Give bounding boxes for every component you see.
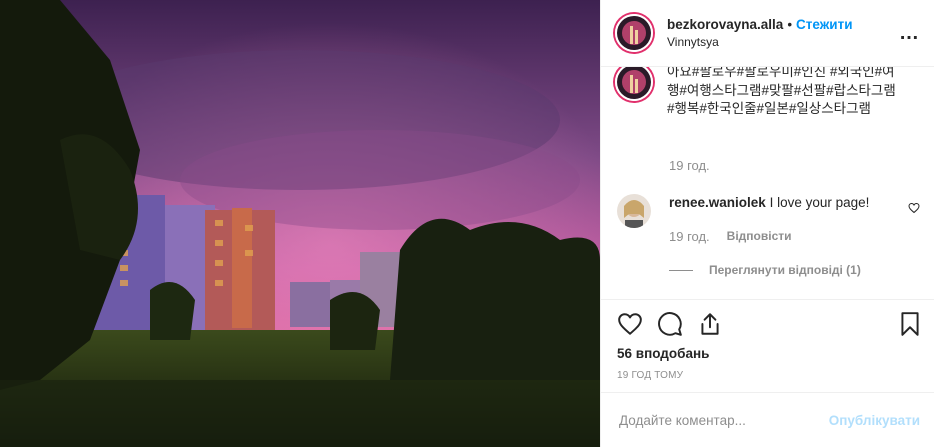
post-viewer: bezkorovayna.alla • Стежити Vinnytsya … 아요… (0, 0, 934, 447)
small-heart-icon[interactable] (908, 202, 920, 214)
comment-body: renee.waniolek I love your page! (669, 194, 920, 228)
comment-item: renee.waniolek I love your page! (615, 194, 920, 228)
heart-icon[interactable] (617, 311, 643, 337)
action-bar (601, 299, 934, 347)
replies-line (669, 269, 693, 271)
author-info: bezkorovayna.alla • Стежити Vinnytsya (667, 17, 899, 49)
reply-button[interactable]: Відповісти (727, 229, 792, 244)
author-username[interactable]: bezkorovayna.alla (667, 17, 783, 32)
comment-input[interactable] (617, 411, 829, 429)
bookmark-icon[interactable] (897, 311, 923, 337)
publish-button[interactable]: Опублікувати (829, 413, 920, 428)
comments-list[interactable]: 아요#팔로우#팔로우미#인친 #외국인#여행#여행스타그램#맞팔#선팔#랍스타그… (601, 67, 934, 299)
separator-dot: • (787, 17, 793, 32)
commenter-avatar-image (617, 194, 651, 228)
add-comment-bar: Опублікувати (601, 392, 934, 447)
share-icon[interactable] (697, 311, 723, 337)
caption: 아요#팔로우#팔로우미#인친 #외국인#여행#여행스타그램#맞팔#선팔#랍스타그… (615, 67, 920, 119)
author-avatar[interactable] (615, 14, 653, 52)
photo-scene (0, 0, 600, 447)
post-sidebar: bezkorovayna.alla • Стежити Vinnytsya … 아요… (600, 0, 934, 447)
comment-icon[interactable] (657, 311, 683, 337)
likes-count[interactable]: 56 вподобань (617, 346, 709, 361)
post-photo[interactable] (0, 0, 600, 447)
view-replies-label: Переглянути відповіді (1) (709, 263, 861, 277)
commenter-avatar[interactable] (617, 194, 651, 228)
post-header: bezkorovayna.alla • Стежити Vinnytsya … (601, 0, 934, 67)
caption-avatar-image (617, 67, 651, 99)
post-location[interactable]: Vinnytsya (667, 35, 899, 49)
post-time-ago[interactable]: 19 ГОД ТОМУ (617, 370, 683, 381)
caption-time: 19 год. (669, 158, 710, 173)
comment-meta: 19 год. Відповісти (669, 229, 792, 244)
comment-text: I love your page! (769, 195, 870, 210)
view-replies-button[interactable]: Переглянути відповіді (1) (669, 263, 861, 277)
caption-text: 아요#팔로우#팔로우미#인친 #외국인#여행#여행스타그램#맞팔#선팔#랍스타그… (667, 67, 896, 116)
comment-time: 19 год. (669, 229, 710, 244)
caption-avatar[interactable] (615, 67, 653, 101)
more-icon[interactable]: … (899, 22, 920, 45)
follow-button[interactable]: Стежити (796, 17, 852, 32)
commenter-username[interactable]: renee.waniolek (669, 195, 766, 210)
author-avatar-image (617, 16, 651, 50)
